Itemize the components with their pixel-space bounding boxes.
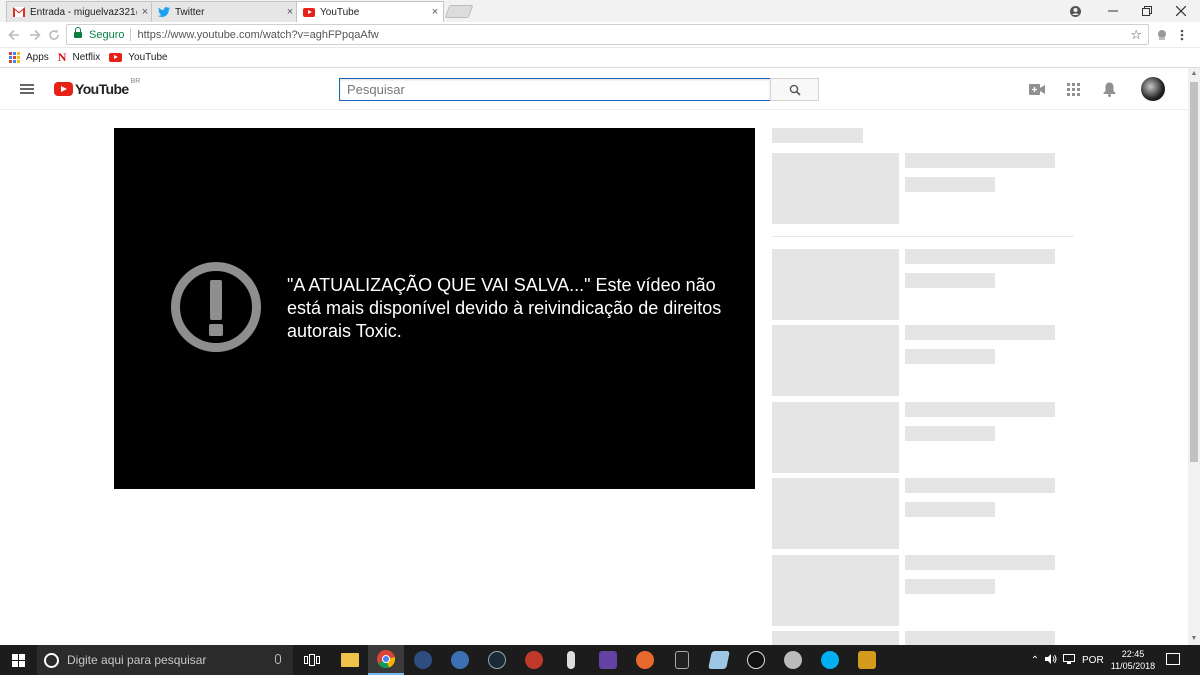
upload-video-icon[interactable] (1028, 80, 1046, 98)
tab-label: YouTube (320, 6, 360, 18)
network-icon[interactable] (1060, 653, 1078, 667)
twitch-icon[interactable] (590, 645, 626, 675)
hamburger-menu-icon[interactable] (20, 84, 34, 94)
browser-tab-strip: Entrada - miguelvaz321@ × Twitter × YouT… (0, 0, 1200, 22)
app-icon[interactable] (442, 645, 478, 675)
app-icon[interactable] (775, 645, 811, 675)
gmail-icon (13, 6, 25, 18)
tab-youtube[interactable]: YouTube × (296, 1, 444, 22)
file-explorer-icon[interactable] (332, 645, 368, 675)
back-arrow-icon[interactable] (5, 26, 23, 44)
scroll-down-icon[interactable]: ▼ (1188, 633, 1200, 645)
divider (130, 28, 132, 41)
scroll-up-icon[interactable]: ▲ (1188, 68, 1200, 80)
minimize-icon[interactable] (1094, 0, 1132, 22)
menu-kebab-icon[interactable] (1180, 28, 1192, 41)
language-indicator[interactable]: POR (1082, 655, 1104, 666)
microphone-app-icon[interactable] (553, 645, 589, 675)
recommendation-placeholder (772, 555, 1062, 627)
page-scrollbar[interactable]: ▲ ▼ (1188, 68, 1200, 645)
profile-icon[interactable] (1056, 0, 1094, 22)
youtube-masthead: YouTube BR (0, 68, 1188, 110)
app-icon[interactable] (701, 645, 737, 675)
logo-text: YouTube (75, 81, 129, 97)
forward-arrow-icon[interactable] (26, 26, 44, 44)
new-tab-button[interactable] (444, 5, 474, 18)
windows-taskbar: ⌃ POR 22:45 11/05/2018 (0, 645, 1200, 675)
close-tab-icon[interactable]: × (427, 6, 443, 18)
search-input[interactable] (339, 78, 771, 101)
recommendation-placeholder (772, 325, 1062, 397)
task-view-icon[interactable] (294, 645, 330, 675)
twitter-icon (158, 6, 170, 18)
secure-label: Seguro (89, 28, 125, 41)
bookmark-apps[interactable]: Apps (9, 52, 49, 63)
windows-logo-icon (11, 653, 25, 667)
clock-date: 11/05/2018 (1110, 661, 1156, 671)
bookmark-label: YouTube (128, 52, 168, 63)
address-bar[interactable]: Seguro https://www.youtube.com/watch?v=a… (66, 24, 1149, 45)
app-icon[interactable] (738, 645, 774, 675)
reload-icon[interactable] (45, 26, 63, 44)
tab-gmail[interactable]: Entrada - miguelvaz321@ × (6, 1, 154, 22)
lock-icon (74, 27, 82, 39)
system-tray: ⌃ POR (1028, 645, 1104, 675)
bookmarks-bar: Apps N Netflix YouTube (0, 48, 1200, 68)
avatar[interactable] (1141, 77, 1165, 101)
chevron-up-icon[interactable]: ⌃ (1028, 655, 1042, 666)
search-button[interactable] (770, 78, 819, 101)
steam-icon[interactable] (479, 645, 515, 675)
bookmark-netflix[interactable]: N Netflix (58, 50, 100, 65)
youtube-logo[interactable]: YouTube BR (54, 78, 141, 97)
up-next-placeholder (772, 128, 863, 143)
app-icon[interactable] (849, 645, 885, 675)
tab-label: Entrada - miguelvaz321@ (30, 6, 137, 18)
video-unavailable-message: "A ATUALIZAÇÃO QUE VAI SALVA..." Este ví… (287, 275, 722, 341)
youtube-play-icon (54, 82, 73, 96)
bookmark-youtube[interactable]: YouTube (109, 52, 168, 63)
notifications-bell-icon[interactable] (1100, 80, 1118, 98)
close-window-icon[interactable] (1162, 0, 1200, 22)
tab-twitter[interactable]: Twitter × (151, 1, 299, 22)
search-icon (789, 84, 801, 96)
app-icon[interactable] (405, 645, 441, 675)
youtube-icon (303, 6, 315, 18)
bookmark-star-icon[interactable]: ☆ (1130, 27, 1142, 43)
start-button[interactable] (0, 645, 36, 675)
app-icon[interactable] (627, 645, 663, 675)
microphone-icon[interactable] (275, 654, 281, 664)
recommendation-placeholder (772, 478, 1062, 550)
recommendation-placeholder (772, 631, 1062, 645)
volume-icon[interactable] (1042, 653, 1060, 667)
restore-icon[interactable] (1128, 0, 1166, 22)
epic-games-icon[interactable] (664, 645, 700, 675)
chrome-icon[interactable] (368, 645, 404, 675)
apps-grid-icon (9, 52, 20, 63)
extension-icon[interactable] (1156, 28, 1168, 40)
scrollbar-thumb[interactable] (1190, 82, 1198, 462)
apps-grid-icon[interactable] (1064, 80, 1082, 98)
url-text[interactable]: https://www.youtube.com/watch?v=aghFPpqa… (137, 29, 378, 41)
bookmark-label: Netflix (72, 52, 101, 63)
youtube-icon (109, 53, 123, 62)
netflix-icon: N (57, 50, 67, 64)
recommendation-placeholder (772, 402, 1062, 474)
recommendation-placeholder (772, 249, 1062, 321)
country-code: BR (130, 78, 141, 85)
browser-toolbar: Seguro https://www.youtube.com/watch?v=a… (0, 22, 1200, 48)
taskbar-search-input[interactable] (67, 653, 267, 667)
action-center-icon[interactable] (1166, 653, 1180, 665)
divider (772, 236, 1074, 237)
tab-label: Twitter (175, 6, 205, 18)
skype-icon[interactable] (812, 645, 848, 675)
error-exclamation-icon (171, 262, 261, 352)
recommendation-placeholder (772, 153, 1062, 225)
clock-time: 22:45 (1121, 649, 1145, 659)
bookmark-label: Apps (26, 52, 49, 63)
taskbar-clock[interactable]: 22:45 11/05/2018 (1104, 648, 1162, 672)
video-player[interactable]: "A ATUALIZAÇÃO QUE VAI SALVA..." Este ví… (114, 128, 755, 489)
taskbar-search-box[interactable] (37, 645, 293, 675)
cortana-icon (44, 652, 59, 668)
app-icon[interactable] (516, 645, 552, 675)
